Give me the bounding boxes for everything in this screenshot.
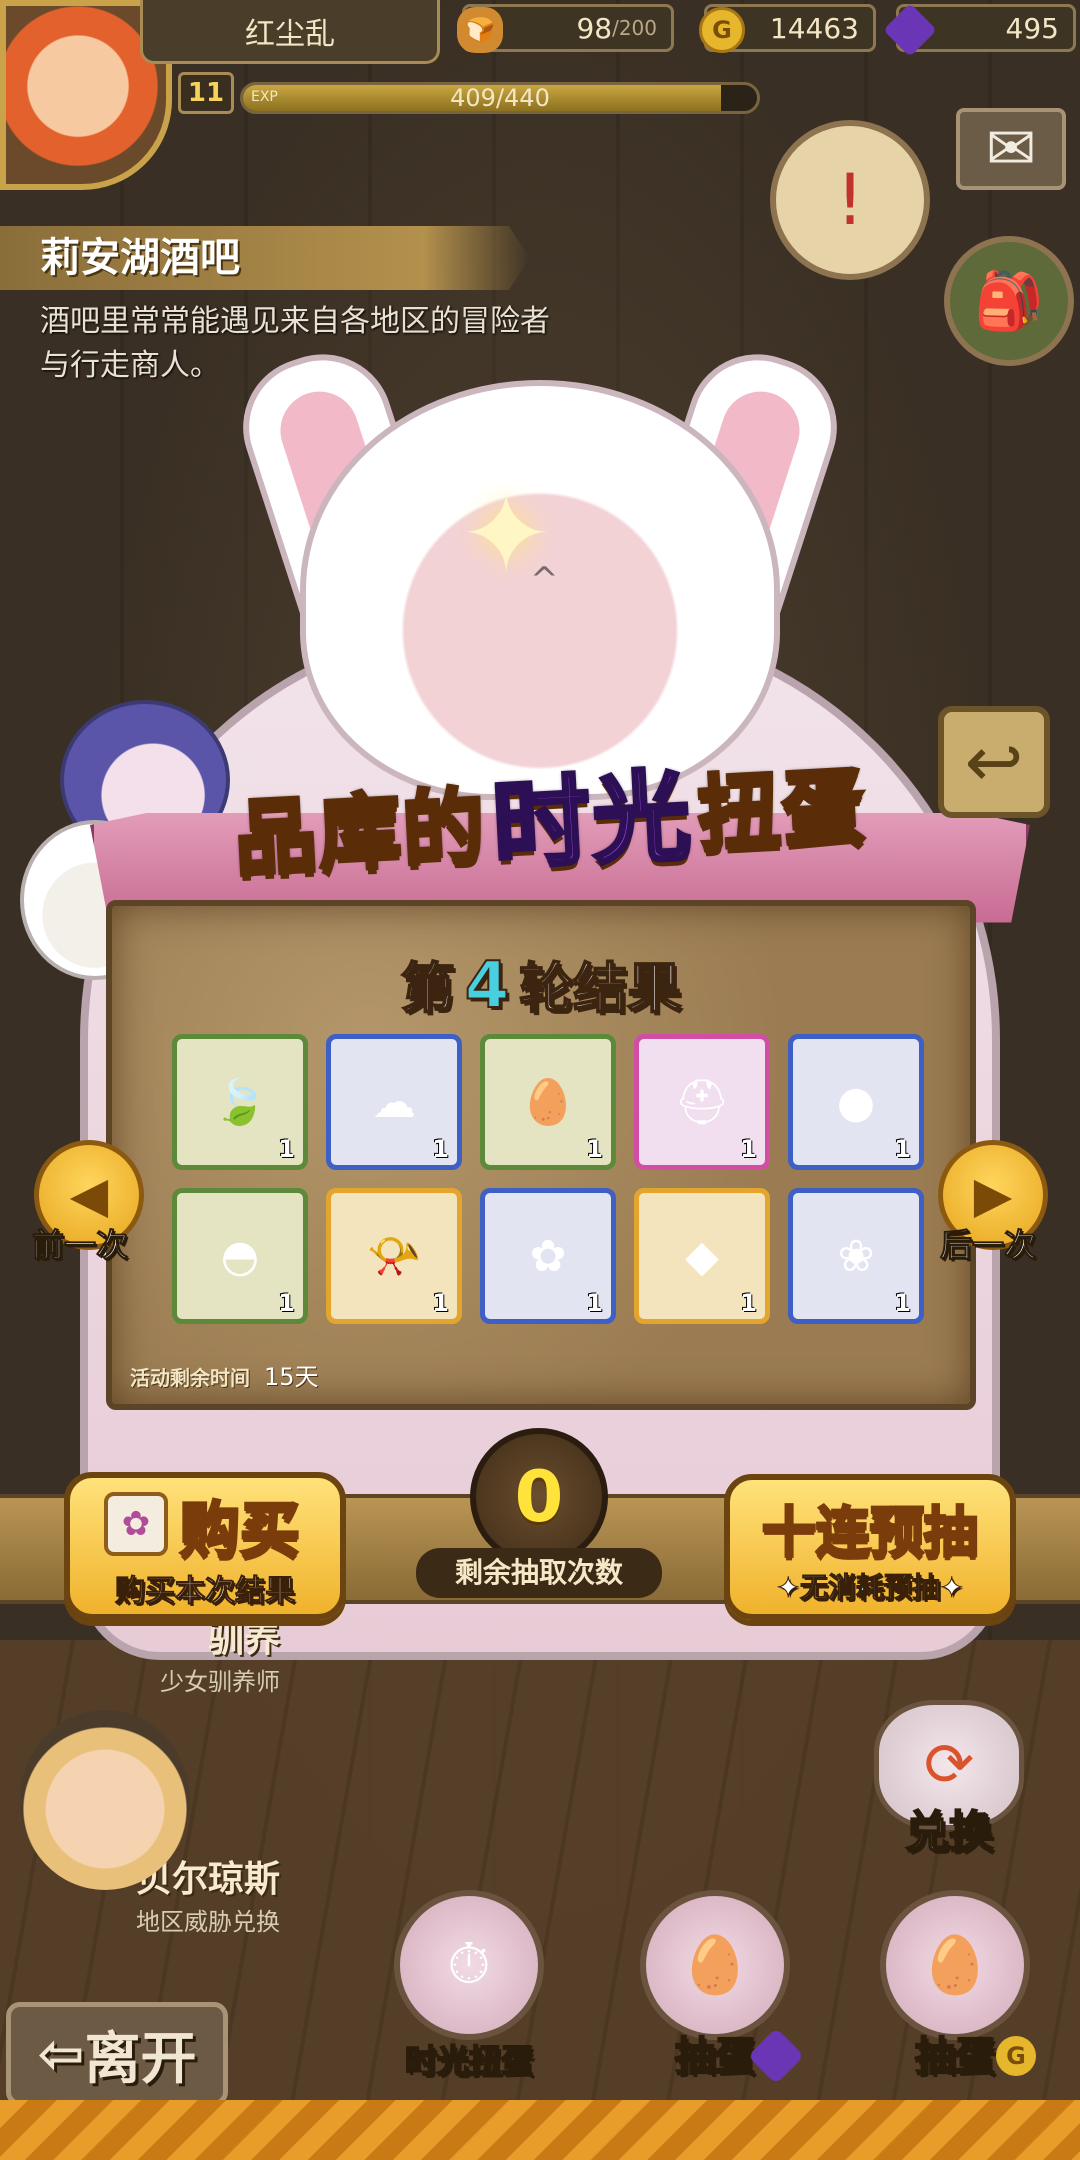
- draws-remaining-value: 0: [470, 1428, 608, 1566]
- item-quantity: 1: [278, 1135, 295, 1163]
- gacha-ticket-icon: ✿: [104, 1492, 168, 1556]
- backpack-icon[interactable]: 🎒: [944, 236, 1074, 366]
- result-item[interactable]: 📯 1: [326, 1188, 462, 1324]
- time-gacha-button[interactable]: ⏱ 时光扭蛋: [384, 1890, 554, 2090]
- npc-tamer-subtitle: 少女驯养师: [160, 1668, 280, 1696]
- result-item[interactable]: 🍃 1: [172, 1034, 308, 1170]
- remaining-time: 活动剩余时间 15天: [130, 1357, 319, 1392]
- prev-round-label[interactable]: 前一次: [31, 1220, 128, 1266]
- item-quantity: 1: [586, 1289, 603, 1317]
- round-prefix: 第: [400, 956, 456, 1021]
- gold-value: 14463: [769, 11, 859, 45]
- event-title-highlight: 时光: [488, 758, 698, 886]
- draws-remaining-label: 剩余抽取次数: [416, 1548, 662, 1598]
- ten-pull-label: 十连预抽: [761, 1500, 980, 1566]
- leave-label: 离开: [84, 2026, 197, 2092]
- bunny-face: ^: [530, 560, 559, 600]
- arrow-left-icon: ⇦: [37, 2021, 85, 2087]
- stamina-max: /200: [612, 16, 657, 40]
- return-icon[interactable]: ↩: [938, 706, 1050, 818]
- bread-icon: 🍞: [457, 7, 503, 53]
- buy-result-button[interactable]: ✿ 购买 购买本次结果: [64, 1472, 346, 1620]
- results-panel: 第 4 轮结果 🍃 1 ☁ 1 🥚 1 ⛑ 1 ● 1 ◓ 1 📯 1 ✿ 1 ◆ 1 ❀ 1 活动剩余时间 15天: [106, 900, 976, 1410]
- glowing-armor-icon: ◓: [220, 1230, 260, 1282]
- crystal-bud-icon: ✿: [529, 1230, 567, 1282]
- exchange-label: 兑换: [904, 1806, 994, 1859]
- mail-icon[interactable]: ✉: [956, 108, 1066, 190]
- round-number: 4: [464, 948, 511, 1024]
- lotus-icon: ❀: [837, 1230, 875, 1282]
- item-quantity: 1: [432, 1289, 449, 1317]
- leaf-icon: 🍃: [212, 1077, 268, 1128]
- event-title-left: 品库的: [230, 777, 491, 889]
- result-item[interactable]: ◆ 1: [634, 1188, 770, 1324]
- stamina-counter[interactable]: 🍞 98/200: [457, 4, 674, 53]
- draw-coin-button[interactable]: 🥚 抽蛋 G: [870, 1890, 1040, 2090]
- result-item[interactable]: ✿ 1: [480, 1188, 616, 1324]
- exchange-button[interactable]: ⟳ 兑换: [864, 1700, 1034, 1870]
- results-grid: 🍃 1 ☁ 1 🥚 1 ⛑ 1 ● 1 ◓ 1 📯 1 ✿ 1 ◆ 1 ❀ 1: [172, 1034, 924, 1324]
- remaining-time-value: 15天: [264, 1363, 319, 1391]
- fluffy-pet-icon: ☁: [372, 1076, 416, 1128]
- bunny-egg-icon: 🥚: [880, 1890, 1030, 2040]
- item-quantity: 1: [740, 1289, 757, 1317]
- bottom-decor-strip: [0, 2100, 1080, 2160]
- exp-value: 409/440: [450, 84, 550, 112]
- slime-icon: ●: [836, 1076, 876, 1128]
- event-title-right: 扭蛋: [694, 757, 871, 865]
- npc-bells-subtitle: 地区威胁兑换: [136, 1908, 280, 1936]
- gem-value: 495: [1005, 11, 1059, 45]
- result-item[interactable]: ☁ 1: [326, 1034, 462, 1170]
- npc-bells[interactable]: 贝尔琼斯 地区威胁兑换: [0, 1710, 280, 1937]
- horn-icon: 📯: [366, 1231, 422, 1282]
- item-quantity: 1: [432, 1135, 449, 1163]
- dark-orb-icon: ◆: [685, 1230, 719, 1282]
- gold-coin-icon: G: [996, 2036, 1036, 2076]
- npc-tamer[interactable]: 驯养 少女驯养师: [0, 1610, 280, 1697]
- result-item[interactable]: ◓ 1: [172, 1188, 308, 1324]
- egg-hat-icon: 🥚: [520, 1077, 576, 1128]
- player-name: 红尘乱: [140, 0, 440, 64]
- exp-bar: EXP 409/440: [240, 82, 760, 114]
- result-item[interactable]: ⛑ 1: [634, 1034, 770, 1170]
- ten-pull-rest-text: 预抽: [883, 1571, 941, 1605]
- ten-pull-sublabel: ✦无消耗预抽✦: [776, 1571, 964, 1605]
- item-quantity: 1: [586, 1135, 603, 1163]
- time-gacha-icon: ⏱: [394, 1890, 544, 2040]
- result-item[interactable]: ● 1: [788, 1034, 924, 1170]
- result-item[interactable]: 🥚 1: [480, 1034, 616, 1170]
- buy-sublabel: 购买本次结果: [115, 1574, 296, 1610]
- player-level: 11: [178, 72, 234, 114]
- time-gacha-label: 时光扭蛋: [404, 2041, 534, 2081]
- item-quantity: 1: [894, 1289, 911, 1317]
- ten-pull-free-text: 无消耗: [799, 1571, 884, 1605]
- location-title: 莉安湖酒吧: [0, 226, 530, 290]
- remaining-time-label: 活动剩余时间: [130, 1366, 250, 1390]
- ten-pull-preview-button[interactable]: 十连预抽 ✦无消耗预抽✦: [724, 1474, 1016, 1620]
- bunny-egg-icon: 🥚: [640, 1890, 790, 2040]
- item-quantity: 1: [740, 1135, 757, 1163]
- round-title: 第 4 轮结果: [112, 944, 970, 1024]
- gold-coin-icon: G: [699, 7, 745, 53]
- gold-counter[interactable]: G 14463: [699, 4, 876, 53]
- draw-gem-button[interactable]: 🥚 抽蛋: [630, 1890, 805, 2090]
- dark-helmet-icon: ⛑: [674, 1077, 730, 1128]
- item-quantity: 1: [894, 1135, 911, 1163]
- quest-scroll-icon[interactable]: !: [770, 120, 930, 280]
- buy-label: 购买: [179, 1495, 302, 1568]
- stamina-value: 98: [576, 11, 613, 45]
- npc-bells-portrait: [20, 1710, 190, 1890]
- next-round-label[interactable]: 后一次: [939, 1220, 1036, 1266]
- round-suffix: 轮结果: [518, 956, 682, 1021]
- result-item[interactable]: ❀ 1: [788, 1188, 924, 1324]
- item-quantity: 1: [278, 1289, 295, 1317]
- leave-button[interactable]: ⇦ 离开: [6, 2002, 228, 2106]
- gem-counter[interactable]: 495: [883, 3, 1076, 57]
